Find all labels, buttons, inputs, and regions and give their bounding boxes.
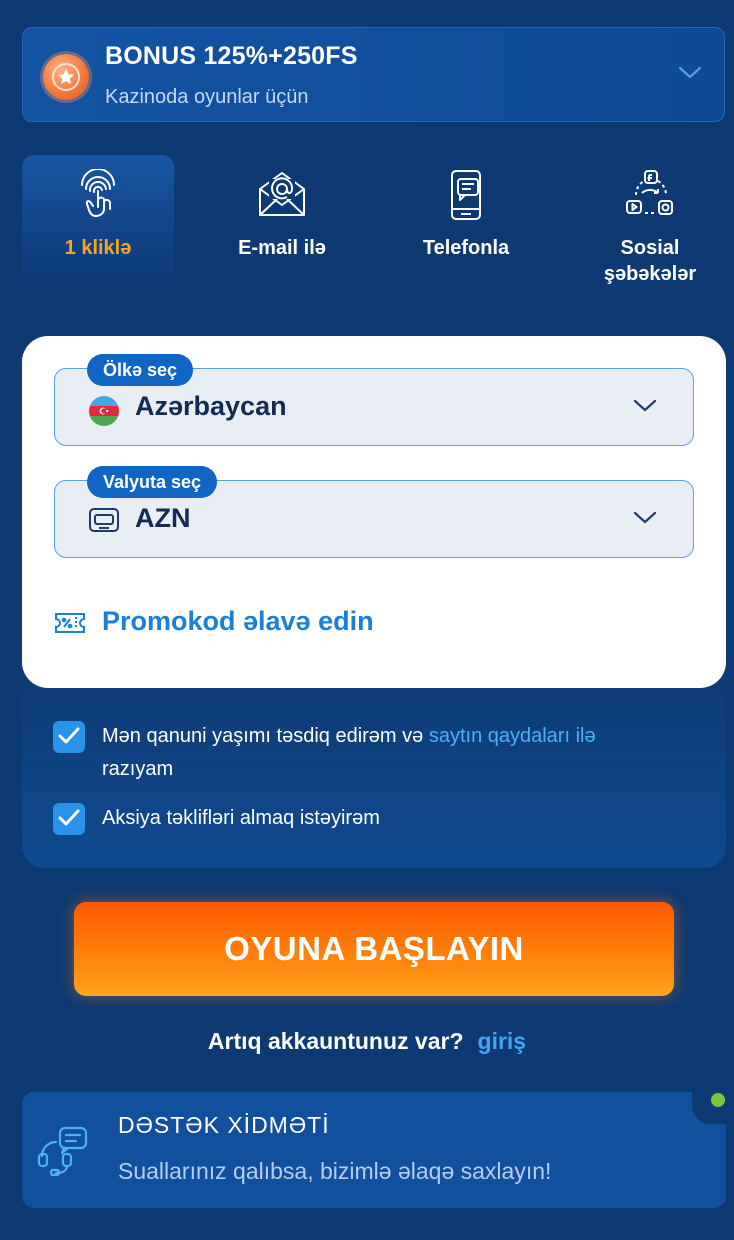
support-subtitle: Suallarınız qalıbsa, bizimlə əlaqə saxla… xyxy=(118,1158,552,1184)
currency-select-label: Valyuta seç xyxy=(87,466,218,498)
support-headset-chat-icon xyxy=(36,1122,92,1183)
support-title: DƏSTƏK XİDMƏTİ xyxy=(118,1112,330,1138)
login-prompt: Artıq akkauntunuz var? giriş xyxy=(0,1028,734,1055)
age-confirm-text-end: razıyam xyxy=(102,758,174,780)
tab-one-click-label: 1 kliklə xyxy=(64,237,132,259)
start-game-button[interactable]: OYUNA BAŞLAYIN xyxy=(74,902,674,996)
bonus-subtitle: Kazinoda oyunlar üçün xyxy=(105,86,309,108)
online-status-indicator xyxy=(711,1093,725,1107)
tab-social[interactable]: Sosial şəbəkələr xyxy=(574,155,726,295)
chevron-down-icon xyxy=(633,511,657,530)
tab-phone[interactable]: Telefonla xyxy=(390,155,542,295)
email-envelope-icon xyxy=(257,169,307,224)
star-medal-icon xyxy=(43,54,89,100)
chevron-down-icon xyxy=(633,399,657,418)
tab-social-label: Sosial şəbəkələr xyxy=(603,237,697,285)
login-question: Artıq akkauntunuz var? xyxy=(207,1028,464,1054)
tab-one-click[interactable]: 1 kliklə xyxy=(22,155,174,295)
site-rules-link[interactable]: saytın qaydaları ilə xyxy=(429,725,596,747)
chevron-down-icon[interactable] xyxy=(678,66,702,85)
promo-ticket-icon xyxy=(54,612,86,639)
phone-icon xyxy=(446,169,486,226)
country-select-label: Ölkə seç xyxy=(87,354,194,386)
currency-select[interactable]: Valyuta seç AZN xyxy=(54,466,694,558)
promo-offers-label: Aksiya təklifləri almaq istəyirəm xyxy=(102,807,380,829)
registration-form: Ölkə seç Azərbaycan Valyuta seç AZN Prom… xyxy=(22,336,726,688)
country-value: Azərbaycan xyxy=(135,391,287,421)
promo-offers-checkbox[interactable] xyxy=(53,803,85,835)
country-select[interactable]: Ölkə seç Azərbaycan xyxy=(54,354,694,446)
bonus-banner[interactable]: BONUS 125%+250FS Kazinoda oyunlar üçün xyxy=(22,27,725,122)
fingerprint-tap-icon xyxy=(78,168,118,224)
currency-card-icon xyxy=(88,507,120,540)
consent-section: Mən qanuni yaşımı təsdiq edirəm və saytı… xyxy=(22,660,726,868)
age-confirm-text: Mən qanuni yaşımı təsdiq edirəm və xyxy=(102,725,429,747)
tab-email[interactable]: E-mail ilə xyxy=(206,155,358,295)
age-confirm-label: Mən qanuni yaşımı təsdiq edirəm və saytı… xyxy=(102,720,702,786)
tab-phone-label: Telefonla xyxy=(422,237,510,259)
bonus-title: BONUS 125%+250FS xyxy=(105,42,358,70)
currency-value: AZN xyxy=(135,503,191,533)
tab-email-label: E-mail ilə xyxy=(238,237,326,259)
age-confirm-checkbox[interactable] xyxy=(53,721,85,753)
login-link[interactable]: giriş xyxy=(478,1028,527,1054)
social-networks-icon xyxy=(624,169,676,226)
add-promo-code-label: Promokod əlavə edin xyxy=(102,606,374,636)
support-banner[interactable]: DƏSTƏK XİDMƏTİ Suallarınız qalıbsa, bizi… xyxy=(22,1084,728,1208)
azerbaijan-flag-icon xyxy=(88,395,120,432)
